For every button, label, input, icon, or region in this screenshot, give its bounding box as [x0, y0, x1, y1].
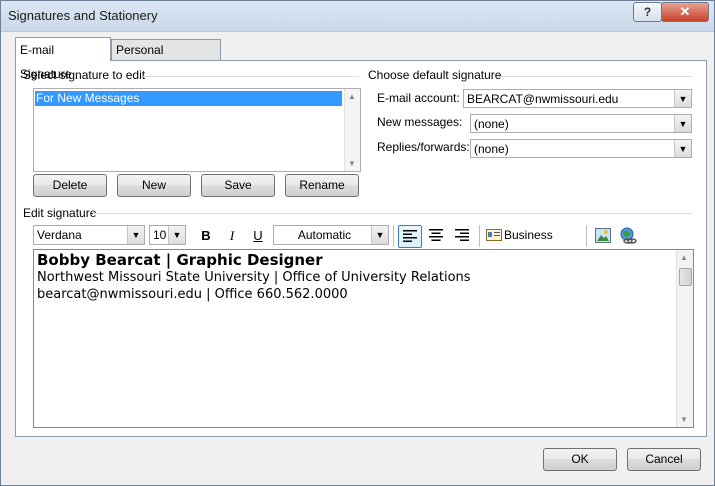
- scroll-up-icon[interactable]: ▲: [348, 92, 356, 101]
- new-button[interactable]: New: [117, 174, 191, 197]
- underline-button[interactable]: U: [249, 225, 267, 246]
- chevron-down-icon[interactable]: ▼: [674, 115, 691, 132]
- rename-button[interactable]: Rename: [285, 174, 359, 197]
- dialog-window: Change the settings for messages you cre…: [0, 0, 715, 486]
- help-button[interactable]: ?: [633, 2, 662, 22]
- background-window-text: Change the settings for messages you cre…: [276, 19, 558, 31]
- business-card-icon: [486, 229, 502, 241]
- signature-line-organization[interactable]: Northwest Missouri State University | Of…: [37, 270, 471, 285]
- italic-button[interactable]: I: [223, 225, 241, 246]
- toolbar-separator: [479, 225, 480, 247]
- new-messages-value: (none): [474, 117, 509, 131]
- window-title: Signatures and Stationery: [8, 8, 158, 23]
- signature-line-name[interactable]: Bobby Bearcat | Graphic Designer: [37, 251, 323, 269]
- list-item[interactable]: For New Messages: [35, 91, 342, 106]
- scroll-thumb[interactable]: [679, 268, 692, 286]
- email-account-value: BEARCAT@nwmissouri.edu: [467, 92, 619, 106]
- font-value: Verdana: [37, 228, 82, 242]
- bold-button[interactable]: B: [197, 225, 215, 246]
- chevron-down-icon[interactable]: ▼: [371, 226, 388, 244]
- scroll-down-icon[interactable]: ▼: [680, 415, 688, 424]
- delete-button[interactable]: Delete: [33, 174, 107, 197]
- chevron-down-icon[interactable]: ▼: [127, 226, 144, 244]
- align-right-icon: [455, 229, 469, 241]
- close-button[interactable]: ✕: [661, 2, 709, 22]
- align-center-button[interactable]: [425, 225, 447, 246]
- list-scrollbar[interactable]: ▲ ▼: [344, 89, 360, 171]
- picture-icon: [595, 228, 611, 243]
- business-card-button[interactable]: Business Card: [486, 225, 581, 263]
- font-size-select[interactable]: 10 ▼: [149, 225, 186, 245]
- font-size-value: 10: [153, 228, 167, 242]
- insert-picture-button[interactable]: [593, 225, 613, 246]
- new-messages-select[interactable]: (none) ▼: [470, 114, 692, 133]
- ok-button[interactable]: OK: [543, 448, 617, 471]
- chevron-down-icon[interactable]: ▼: [674, 90, 691, 107]
- email-account-label: E-mail account:: [377, 91, 460, 105]
- align-left-button[interactable]: [398, 225, 422, 248]
- replies-forwards-label: Replies/forwards:: [377, 140, 470, 154]
- chevron-down-icon[interactable]: ▼: [674, 140, 691, 157]
- tab-personal-stationery[interactable]: Personal Stationery: [111, 39, 221, 77]
- editor-scrollbar[interactable]: ▲ ▼: [676, 250, 693, 427]
- toolbar-separator: [393, 225, 394, 247]
- signature-list[interactable]: For New Messages ▲ ▼: [33, 88, 361, 172]
- scroll-down-icon[interactable]: ▼: [348, 159, 356, 168]
- divider: [141, 76, 359, 77]
- email-account-select[interactable]: BEARCAT@nwmissouri.edu ▼: [463, 89, 692, 108]
- edit-signature-label: Edit signature: [23, 206, 97, 220]
- align-left-icon: [403, 230, 417, 242]
- default-signature-label: Choose default signature: [368, 68, 502, 82]
- title-bar: Change the settings for messages you cre…: [1, 1, 714, 32]
- tab-email-signature[interactable]: E-mail Signature: [15, 37, 111, 81]
- font-color-value: Automatic: [297, 228, 352, 242]
- signature-editor[interactable]: Bobby Bearcat | Graphic Designer Northwe…: [33, 249, 694, 428]
- new-messages-label: New messages:: [377, 115, 463, 129]
- font-select[interactable]: Verdana ▼: [33, 225, 145, 245]
- cancel-button[interactable]: Cancel: [627, 448, 701, 471]
- insert-hyperlink-button[interactable]: [618, 225, 638, 246]
- toolbar-separator: [586, 225, 587, 247]
- dialog-footer: OK Cancel: [1, 437, 714, 485]
- align-center-icon: [429, 229, 443, 241]
- replies-forwards-value: (none): [474, 142, 509, 156]
- font-color-select[interactable]: Automatic ▼: [273, 225, 389, 245]
- chevron-down-icon[interactable]: ▼: [168, 226, 185, 244]
- replies-forwards-select[interactable]: (none) ▼: [470, 139, 692, 158]
- save-button[interactable]: Save: [201, 174, 275, 197]
- hyperlink-globe-icon: [620, 227, 637, 244]
- scroll-up-icon[interactable]: ▲: [680, 253, 688, 262]
- divider: [93, 213, 692, 214]
- align-right-button[interactable]: [451, 225, 473, 246]
- divider: [497, 76, 692, 77]
- signature-line-contact[interactable]: bearcat@nwmissouri.edu | Office 660.562.…: [37, 287, 348, 302]
